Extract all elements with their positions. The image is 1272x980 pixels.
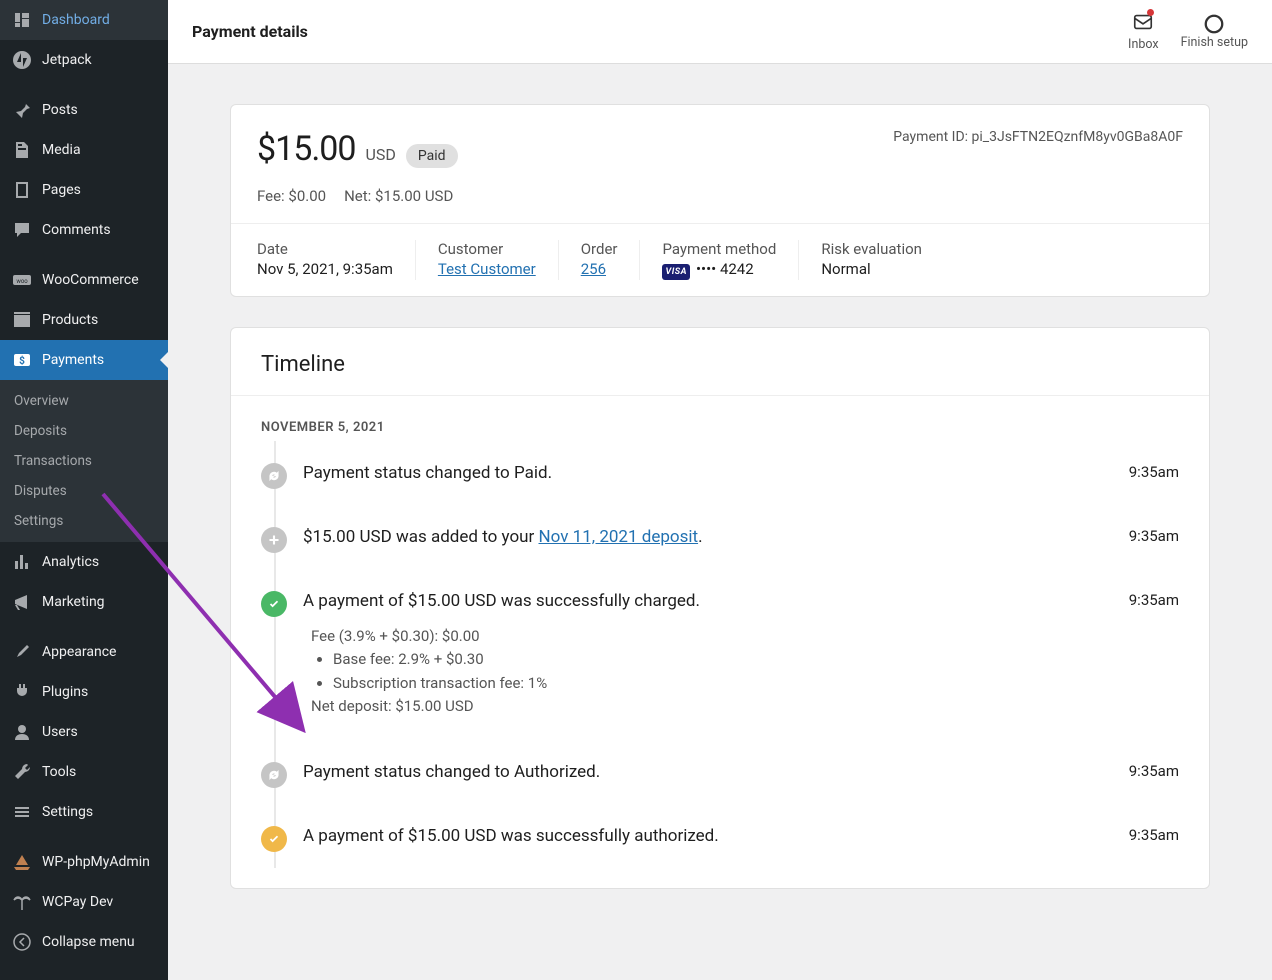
finish-setup-button[interactable]: Finish setup xyxy=(1181,13,1248,50)
timeline-item: Payment status changed to Authorized.9:3… xyxy=(261,740,1179,804)
sidebar-item-posts[interactable]: Posts xyxy=(0,90,168,130)
meta-payment-method: Payment method VISA•••• 4242 xyxy=(662,240,799,280)
timeline-list: Payment status changed to Paid.9:35am $1… xyxy=(231,441,1209,868)
wrench-icon xyxy=(12,762,32,782)
sidebar-item-tools[interactable]: Tools xyxy=(0,752,168,792)
timeline-card: Timeline NOVEMBER 5, 2021 Payment status… xyxy=(230,327,1210,889)
content-area: $15.00 USD Paid Payment ID: pi_3JsFTN2EQ… xyxy=(168,64,1272,929)
sidebar-item-analytics[interactable]: Analytics xyxy=(0,542,168,582)
sidebar-item-comments[interactable]: Comments xyxy=(0,210,168,250)
sidebar-item-settings[interactable]: Settings xyxy=(0,792,168,832)
plus-icon xyxy=(261,527,287,553)
page-icon xyxy=(12,180,32,200)
timeline-item: A payment of $15.00 USD was successfully… xyxy=(261,804,1179,868)
products-icon xyxy=(12,310,32,330)
inbox-button[interactable]: Inbox xyxy=(1128,11,1159,52)
timeline-item: Payment status changed to Paid.9:35am xyxy=(261,441,1179,505)
payment-summary-card: $15.00 USD Paid Payment ID: pi_3JsFTN2EQ… xyxy=(230,104,1210,297)
megaphone-icon xyxy=(12,592,32,612)
timeline-date-header: NOVEMBER 5, 2021 xyxy=(231,396,1209,441)
chart-icon xyxy=(12,552,32,572)
meta-customer: Customer Test Customer xyxy=(438,240,559,280)
admin-sidebar: Dashboard Jetpack Posts Media Pages Comm… xyxy=(0,0,168,980)
woo-icon: woo xyxy=(12,270,32,290)
payments-submenu: Overview Deposits Transactions Disputes … xyxy=(0,380,168,542)
sidebar-item-phpmyadmin[interactable]: WP-phpMyAdmin xyxy=(0,842,168,882)
submenu-disputes[interactable]: Disputes xyxy=(0,476,168,506)
svg-text:$: $ xyxy=(19,354,25,367)
sidebar-item-marketing[interactable]: Marketing xyxy=(0,582,168,622)
sidebar-item-payments[interactable]: $Payments xyxy=(0,340,168,380)
meta-risk: Risk evaluation Normal xyxy=(821,240,944,280)
sidebar-item-dashboard[interactable]: Dashboard xyxy=(0,0,168,40)
sidebar-item-media[interactable]: Media xyxy=(0,130,168,170)
sidebar-collapse[interactable]: Collapse menu xyxy=(0,922,168,962)
fee-net-line: Fee: $0.00 Net: $15.00 USD xyxy=(231,187,1209,223)
sidebar-item-plugins[interactable]: Plugins xyxy=(0,672,168,712)
ship-icon xyxy=(12,852,32,872)
sidebar-item-products[interactable]: Products xyxy=(0,300,168,340)
submenu-transactions[interactable]: Transactions xyxy=(0,446,168,476)
comment-icon xyxy=(12,220,32,240)
timeline-item: $15.00 USD was added to your Nov 11, 202… xyxy=(261,505,1179,569)
sidebar-item-woocommerce[interactable]: wooWooCommerce xyxy=(0,260,168,300)
submenu-settings[interactable]: Settings xyxy=(0,506,168,536)
order-link[interactable]: 256 xyxy=(581,260,606,278)
timeline-title: Timeline xyxy=(231,328,1209,396)
sidebar-item-users[interactable]: Users xyxy=(0,712,168,752)
media-icon xyxy=(12,140,32,160)
check-icon xyxy=(261,826,287,852)
sidebar-item-appearance[interactable]: Appearance xyxy=(0,632,168,672)
collapse-icon xyxy=(12,932,32,952)
settings-icon xyxy=(12,802,32,822)
page-title: Payment details xyxy=(192,22,308,41)
payment-currency: USD xyxy=(366,145,396,164)
circle-icon xyxy=(1203,13,1225,35)
visa-icon: VISA xyxy=(662,264,690,280)
meta-date: Date Nov 5, 2021, 9:35am xyxy=(257,240,416,280)
main-content: Payment details Inbox Finish setup xyxy=(168,0,1272,980)
user-icon xyxy=(12,722,32,742)
palm-icon xyxy=(12,892,32,912)
meta-order: Order 256 xyxy=(581,240,641,280)
plug-icon xyxy=(12,682,32,702)
dashboard-icon xyxy=(12,10,32,30)
jetpack-icon xyxy=(12,50,32,70)
svg-text:woo: woo xyxy=(16,278,28,285)
check-icon xyxy=(261,591,287,617)
payment-id: Payment ID: pi_3JsFTN2EQznfM8yv0GBa8A0F xyxy=(893,129,1183,145)
payment-meta-row: Date Nov 5, 2021, 9:35am Customer Test C… xyxy=(231,223,1209,296)
fee-breakdown: Fee (3.9% + $0.30): $0.00 Base fee: 2.9%… xyxy=(311,625,1179,718)
customer-link[interactable]: Test Customer xyxy=(438,260,536,278)
sidebar-item-wcpay-dev[interactable]: WCPay Dev xyxy=(0,882,168,922)
submenu-deposits[interactable]: Deposits xyxy=(0,416,168,446)
pin-icon xyxy=(12,100,32,120)
status-badge: Paid xyxy=(406,144,458,168)
submenu-overview[interactable]: Overview xyxy=(0,386,168,416)
payment-amount: $15.00 xyxy=(257,129,356,169)
deposit-link[interactable]: Nov 11, 2021 deposit xyxy=(539,527,699,547)
topbar: Payment details Inbox Finish setup xyxy=(168,0,1272,64)
timeline-item: A payment of $15.00 USD was successfully… xyxy=(261,569,1179,740)
sync-icon xyxy=(261,463,287,489)
sync-icon xyxy=(261,762,287,788)
payments-icon: $ xyxy=(12,350,32,370)
brush-icon xyxy=(12,642,32,662)
sidebar-item-pages[interactable]: Pages xyxy=(0,170,168,210)
sidebar-item-jetpack[interactable]: Jetpack xyxy=(0,40,168,80)
